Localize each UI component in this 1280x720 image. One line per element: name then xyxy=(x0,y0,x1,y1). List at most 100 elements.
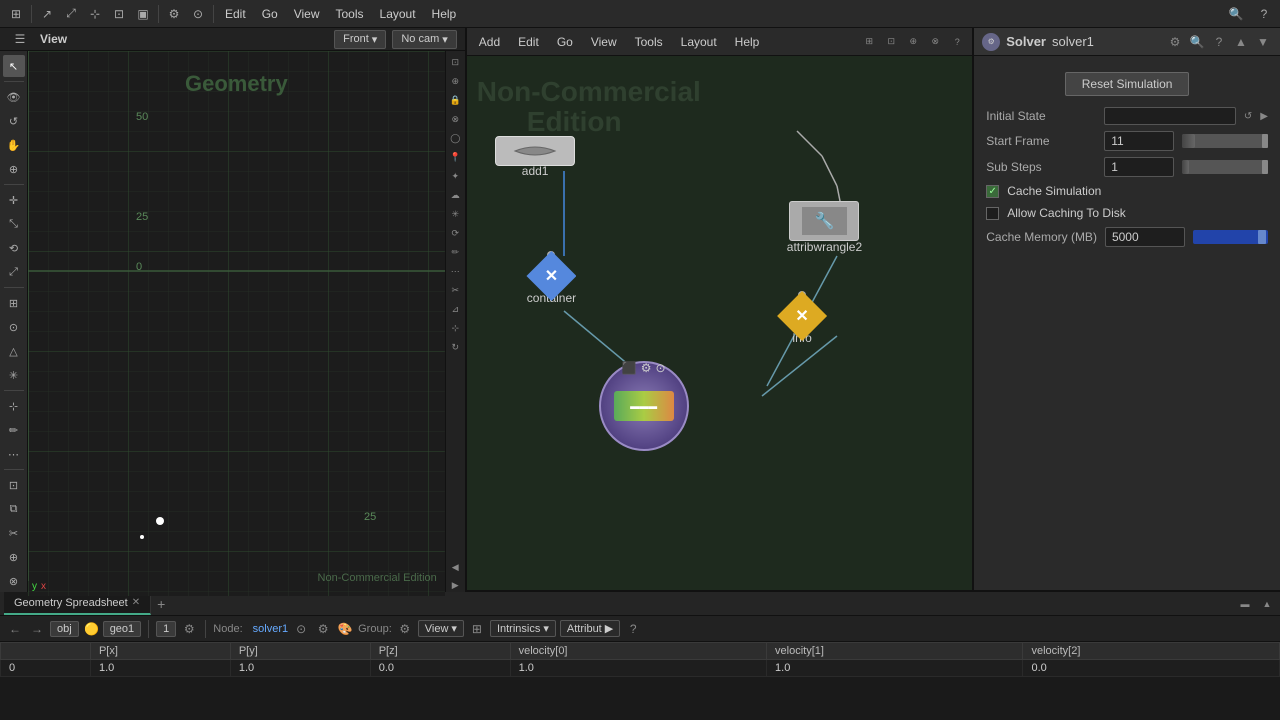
tool5-icon[interactable]: ▣ xyxy=(132,3,154,25)
bottom-tool1[interactable]: ⊕ xyxy=(3,546,25,568)
cache-sim-checkbox[interactable]: ✓ xyxy=(986,185,999,198)
cache-memory-slider[interactable] xyxy=(1193,230,1268,244)
ne-go[interactable]: Go xyxy=(551,33,579,51)
copy-tool[interactable]: ⧉ xyxy=(3,498,25,520)
menu-help[interactable]: Help xyxy=(424,5,465,23)
null-info-node[interactable]: ✕ xyxy=(777,291,827,341)
menu-edit[interactable]: Edit xyxy=(217,5,254,23)
node-color-icon[interactable]: 🎨 xyxy=(336,622,354,636)
transform-tool[interactable]: ✛ xyxy=(3,189,25,211)
sub-steps-slider[interactable] xyxy=(1182,160,1268,174)
handle-tool[interactable]: ⊡ xyxy=(3,474,25,496)
menu-layout[interactable]: Layout xyxy=(372,5,424,23)
col-py[interactable]: P[y] xyxy=(230,643,370,660)
ne-view[interactable]: View xyxy=(585,33,623,51)
vp-r15[interactable]: ⊹ xyxy=(446,319,464,337)
view-dropdown[interactable]: View ▾ xyxy=(418,620,464,637)
vp-r11[interactable]: ✏ xyxy=(446,243,464,261)
col-vel2[interactable]: velocity[2] xyxy=(1023,643,1280,660)
group-settings-icon[interactable]: ⚙ xyxy=(396,622,414,636)
snap-tool[interactable]: ⊹ xyxy=(3,395,25,417)
col-pz[interactable]: P[z] xyxy=(370,643,510,660)
vp-r12[interactable]: ⋯ xyxy=(446,262,464,280)
view-settings-icon[interactable]: ⊞ xyxy=(468,622,486,636)
ne-icon5[interactable]: ? xyxy=(948,33,966,51)
intrinsics-dropdown[interactable]: Intrinsics ▾ xyxy=(490,620,556,637)
select-tool[interactable]: ↖ xyxy=(3,55,25,77)
initial-state-arrow2[interactable]: ▶ xyxy=(1260,111,1268,122)
pan-tool[interactable]: ✋ xyxy=(3,134,25,156)
bottom-tool2[interactable]: ⊗ xyxy=(3,570,25,592)
nav-obj[interactable]: obj xyxy=(50,621,79,637)
vp-r9[interactable]: ✳ xyxy=(446,205,464,223)
sub-steps-input[interactable] xyxy=(1104,157,1174,177)
viewport-settings-icon[interactable]: ☰ xyxy=(9,28,31,50)
front-view-dropdown[interactable]: Front ▾ xyxy=(334,30,386,49)
vp-r10[interactable]: ⟳ xyxy=(446,224,464,242)
zoom-tool[interactable]: ⊕ xyxy=(3,158,25,180)
panel-expand-icon[interactable]: ▲ xyxy=(1258,595,1276,613)
menu-tools[interactable]: Tools xyxy=(328,5,372,23)
col-vel1[interactable]: velocity[1] xyxy=(767,643,1023,660)
forward-nav-icon[interactable]: → xyxy=(28,622,46,636)
help-bottom-icon[interactable]: ? xyxy=(624,622,642,636)
nav-geo1[interactable]: geo1 xyxy=(103,621,141,637)
initial-state-arrow1[interactable]: ↺ xyxy=(1244,111,1252,122)
allow-cache-disk-checkbox[interactable] xyxy=(986,207,999,220)
tab-close-icon[interactable]: ✕ xyxy=(132,597,140,608)
vp-r6[interactable]: 📍 xyxy=(446,148,464,166)
cache-memory-input[interactable] xyxy=(1105,227,1185,247)
ne-layout[interactable]: Layout xyxy=(675,33,723,51)
help-icon[interactable]: ? xyxy=(1253,3,1275,25)
paint-tool[interactable]: ⋯ xyxy=(3,443,25,465)
geo-tool[interactable]: △ xyxy=(3,340,25,362)
node-type-icon[interactable]: ⊙ xyxy=(292,622,310,636)
col-vel0[interactable]: velocity[0] xyxy=(510,643,766,660)
ne-icon3[interactable]: ⊕ xyxy=(904,33,922,51)
add1-node[interactable] xyxy=(495,136,575,166)
spreadsheet[interactable]: P[x] P[y] P[z] velocity[0] velocity[1] v… xyxy=(0,642,1280,720)
tool2-icon[interactable]: ⤢ xyxy=(60,3,82,25)
ne-edit[interactable]: Edit xyxy=(512,33,545,51)
ne-icon2[interactable]: ⊡ xyxy=(882,33,900,51)
particle-tool[interactable]: ✳ xyxy=(3,364,25,386)
back-nav-icon[interactable]: ← xyxy=(6,622,24,636)
search-icon[interactable]: 🔍 xyxy=(1225,3,1247,25)
rotate-tool[interactable]: ↺ xyxy=(3,110,25,132)
reset-simulation-button[interactable]: Reset Simulation xyxy=(1065,72,1190,96)
attribwrangle-node[interactable]: 🔧 xyxy=(789,201,859,241)
object-dot[interactable] xyxy=(156,517,164,525)
tool3-icon[interactable]: ⊹ xyxy=(84,3,106,25)
ne-icon4[interactable]: ⊗ xyxy=(926,33,944,51)
delete-tool[interactable]: ✂ xyxy=(3,522,25,544)
start-frame-input[interactable] xyxy=(1104,131,1174,151)
page-num-btn[interactable]: 1 xyxy=(156,621,176,637)
vp-r2[interactable]: ⊕ xyxy=(446,72,464,90)
camera-dropdown[interactable]: No cam ▾ xyxy=(392,30,456,49)
settings-icon[interactable]: ⚙ xyxy=(180,622,198,636)
brush-tool[interactable]: ✏ xyxy=(3,419,25,441)
render-icon[interactable]: ⊙ xyxy=(187,3,209,25)
rotate3d-tool[interactable]: ⟲ xyxy=(3,237,25,259)
vp-r3[interactable]: 🔒 xyxy=(446,91,464,109)
panel-collapse-icon[interactable]: ▬ xyxy=(1236,595,1254,613)
ne-canvas[interactable]: Non-Commercial Edition xyxy=(467,56,972,590)
menu-view[interactable]: View xyxy=(286,5,328,23)
ne-icon1[interactable]: ⊞ xyxy=(860,33,878,51)
vp-r14[interactable]: ⊿ xyxy=(446,300,464,318)
start-frame-slider[interactable] xyxy=(1182,134,1268,148)
props-help-icon[interactable]: ? xyxy=(1210,35,1228,49)
apps-icon[interactable]: ⊞ xyxy=(5,3,27,25)
scale-tool[interactable]: ⤢ xyxy=(3,261,25,283)
view-tool[interactable]: 👁 xyxy=(3,86,25,108)
vp-collapse[interactable]: ◀ xyxy=(446,558,464,576)
menu-go[interactable]: Go xyxy=(254,5,286,23)
vp-r5[interactable]: ◯ xyxy=(446,129,464,147)
tool4-icon[interactable]: ⊡ xyxy=(108,3,130,25)
tool1-icon[interactable]: ↗ xyxy=(36,3,58,25)
vp-r1[interactable]: ⊡ xyxy=(446,53,464,71)
col-px[interactable]: P[x] xyxy=(90,643,230,660)
sim-icon[interactable]: ⚙ xyxy=(163,3,185,25)
vp-r13[interactable]: ✂ xyxy=(446,281,464,299)
props-search-icon[interactable]: 🔍 xyxy=(1188,35,1206,49)
